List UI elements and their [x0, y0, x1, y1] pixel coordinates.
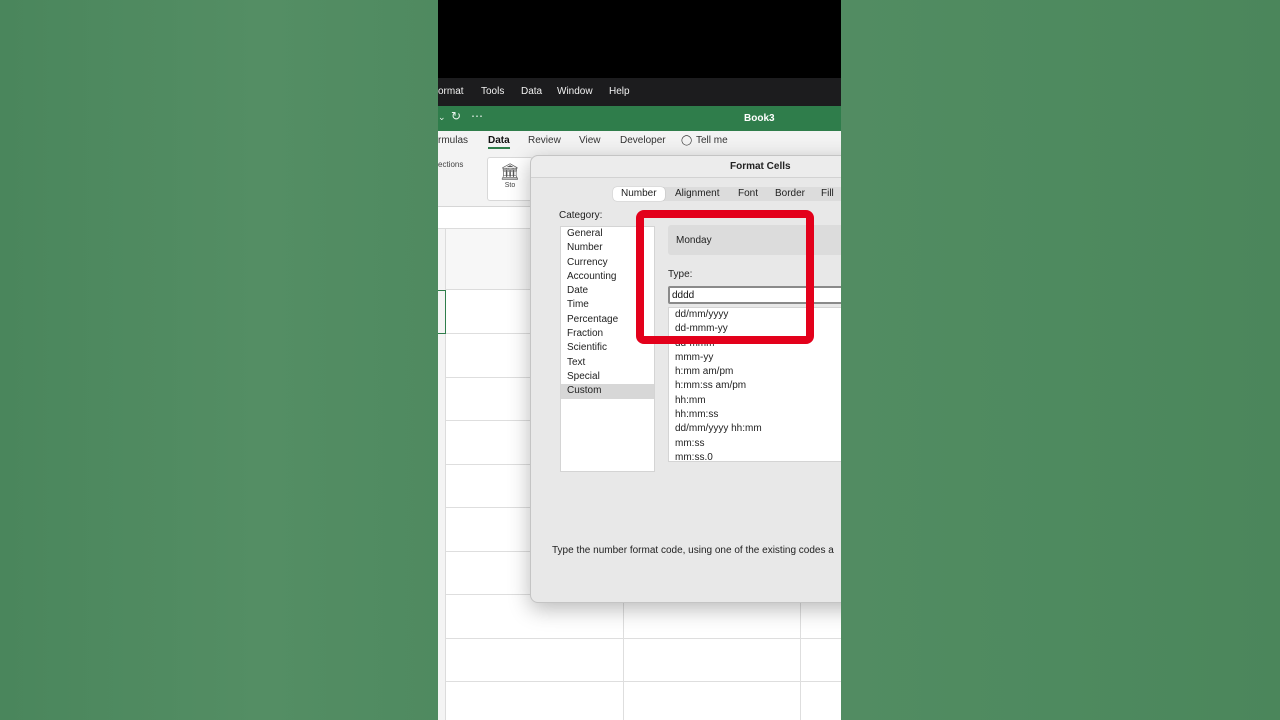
dialog-title: Format Cells: [730, 161, 791, 172]
sample-preview: Monday: [668, 225, 841, 255]
menu-tools[interactable]: Tools: [481, 86, 504, 97]
tab-border[interactable]: Border: [775, 188, 805, 199]
chevron-down-icon[interactable]: ⌄: [438, 112, 446, 123]
stocks-button[interactable]: 🏛 Sto: [487, 157, 533, 201]
type-option[interactable]: dd/mm/yyyy hh:mm: [669, 422, 841, 436]
app-menubar: ormat Tools Data Window Help: [438, 78, 841, 106]
background-right: [841, 0, 1280, 720]
tab-fill[interactable]: Fill: [821, 188, 834, 199]
category-item[interactable]: Number: [561, 241, 654, 255]
redo-icon[interactable]: ↻: [451, 109, 461, 123]
dialog-tabs: Number Alignment Font Border Fill: [613, 187, 841, 201]
ribbon-tabs: rmulas Data Review View Developer ◯ Tell…: [438, 131, 841, 153]
menu-help[interactable]: Help: [609, 86, 630, 97]
tell-me[interactable]: Tell me: [696, 135, 728, 146]
bank-icon: 🏛: [499, 164, 521, 181]
type-option[interactable]: dd-mmm: [669, 337, 841, 351]
tab-formulas[interactable]: rmulas: [438, 135, 468, 146]
tab-review[interactable]: Review: [528, 135, 561, 146]
category-item[interactable]: Scientific: [561, 341, 654, 355]
category-item[interactable]: Percentage: [561, 313, 654, 327]
type-list: dd/mm/yyyy dd-mmm-yy dd-mmm mmm-yy h:mm …: [668, 307, 841, 462]
selected-cell[interactable]: [438, 290, 446, 334]
title-bar: ⌄ ↻ ⋯ Book3: [438, 106, 841, 131]
tab-alignment[interactable]: Alignment: [675, 188, 719, 199]
category-item[interactable]: Fraction: [561, 327, 654, 341]
tab-font[interactable]: Font: [738, 188, 758, 199]
menu-window[interactable]: Window: [557, 86, 593, 97]
category-item[interactable]: General: [561, 227, 654, 241]
tab-developer[interactable]: Developer: [620, 135, 666, 146]
type-option[interactable]: hh:mm: [669, 394, 841, 408]
type-label: Type:: [668, 269, 693, 280]
category-item[interactable]: Special: [561, 370, 654, 384]
workbook-title: Book3: [744, 113, 775, 124]
type-option[interactable]: mm:ss.0: [669, 451, 841, 461]
stocks-label: Sto: [504, 182, 516, 189]
category-item[interactable]: Accounting: [561, 270, 654, 284]
type-option[interactable]: dd/mm/yyyy: [669, 308, 841, 322]
grid-line: [446, 681, 841, 682]
category-item[interactable]: Date: [561, 284, 654, 298]
type-option[interactable]: dd-mmm-yy: [669, 322, 841, 336]
lightbulb-icon: ◯: [681, 135, 693, 146]
category-list: General Number Currency Accounting Date …: [560, 226, 655, 472]
dialog-titlebar[interactable]: Format Cells: [531, 156, 841, 178]
background-left: [0, 0, 438, 720]
type-option[interactable]: mmm-yy: [669, 351, 841, 365]
category-item[interactable]: Currency: [561, 256, 654, 270]
category-item-custom[interactable]: Custom: [561, 384, 654, 399]
type-option[interactable]: h:mm am/pm: [669, 365, 841, 379]
category-item[interactable]: Time: [561, 298, 654, 312]
connections-label[interactable]: ections: [438, 160, 463, 169]
format-cells-dialog: Format Cells Number Alignment Font Borde…: [530, 155, 841, 603]
screen-recording: ormat Tools Data Window Help ⌄ ↻ ⋯ Book3…: [438, 0, 841, 720]
menu-data[interactable]: Data: [521, 86, 542, 97]
type-option[interactable]: hh:mm:ss: [669, 408, 841, 422]
type-option[interactable]: h:mm:ss am/pm: [669, 379, 841, 393]
black-bar: [438, 0, 841, 78]
menu-format[interactable]: ormat: [438, 86, 464, 97]
category-label: Category:: [559, 210, 603, 221]
type-input[interactable]: [668, 286, 841, 304]
sample-value: Monday: [676, 235, 712, 246]
grid-line: [446, 638, 841, 639]
tab-data[interactable]: Data: [488, 135, 510, 149]
hint-text: Type the number format code, using one o…: [552, 545, 834, 556]
category-item[interactable]: Text: [561, 356, 654, 370]
tab-view[interactable]: View: [579, 135, 601, 146]
type-option[interactable]: mm:ss: [669, 437, 841, 451]
tab-number[interactable]: Number: [613, 187, 665, 201]
more-icon[interactable]: ⋯: [471, 109, 483, 123]
